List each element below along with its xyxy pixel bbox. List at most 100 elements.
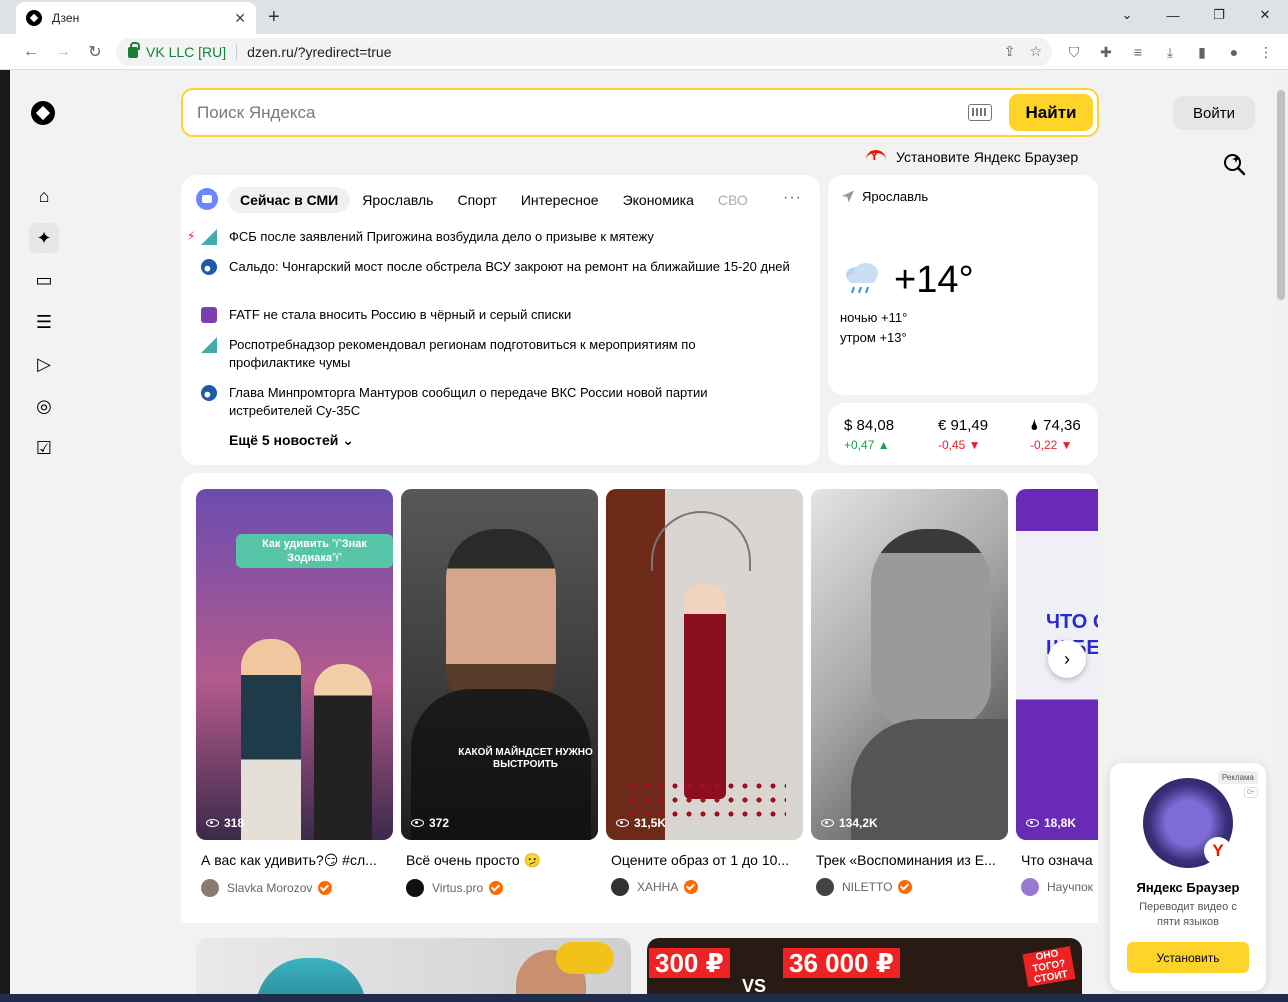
news-item[interactable]: Роспотребнадзор рекомендовал регионам по…: [201, 336, 741, 372]
weather-morning: утром +13°: [840, 330, 907, 345]
channels-icon[interactable]: ◎: [29, 391, 59, 421]
person-head-shape: [871, 529, 991, 729]
weather-temperature: +14°: [894, 259, 974, 301]
reload-icon[interactable]: ↻: [84, 41, 106, 63]
short-author[interactable]: Slavka Morozov: [196, 879, 393, 897]
short-thumbnail[interactable]: 31,5K: [606, 489, 803, 840]
avatar: [611, 878, 629, 896]
petals-shape: [626, 779, 786, 819]
price-label: 300 ₽: [649, 948, 730, 978]
short-title[interactable]: Трек «Воспоминания из Е...: [811, 852, 1008, 868]
currency-eur: € 91,49 -0,45 ▼: [938, 417, 988, 452]
tab-sport[interactable]: Спорт: [445, 187, 508, 213]
download-icon[interactable]: ⤓: [1160, 42, 1180, 62]
share-icon[interactable]: ⇪: [1004, 43, 1016, 60]
menu-kebab-icon[interactable]: ⋮: [1256, 42, 1276, 62]
news-tabs: Сейчас в СМИ Ярославль Спорт Интересное …: [228, 187, 760, 213]
dzen-logo-icon[interactable]: [31, 101, 55, 125]
short-title[interactable]: Что означа: [1016, 852, 1098, 868]
tab-yaroslavl[interactable]: Ярославль: [350, 187, 445, 213]
divider: [236, 44, 238, 60]
close-window-icon[interactable]: ✕: [1242, 0, 1288, 30]
views-value: 31,5K: [634, 816, 667, 830]
ad-card[interactable]: Реклама 0+ Y Яндекс Браузер Переводит ви…: [1110, 763, 1266, 991]
article-card[interactable]: [196, 938, 631, 998]
more-news-button[interactable]: Ещё 5 новостей ⌄: [229, 432, 354, 449]
short-thumbnail[interactable]: 134,2K: [811, 489, 1008, 840]
search-button[interactable]: Найти: [1009, 94, 1093, 131]
news-more-icon[interactable]: ···: [783, 189, 802, 207]
tab-economy[interactable]: Экономика: [611, 187, 706, 213]
short-title[interactable]: А вас как удивить?😏 #сл...: [196, 852, 393, 869]
checklist-icon[interactable]: ☑: [29, 433, 59, 463]
umbrella-shape: [651, 511, 751, 571]
news-item[interactable]: Сальдо: Чонгарский мост после обстрела В…: [201, 258, 801, 276]
verified-icon: [489, 881, 504, 895]
source-icon: [201, 307, 217, 323]
news-item[interactable]: Глава Минпромторга Мантуров сообщил о пе…: [201, 384, 761, 420]
bookmark-star-icon[interactable]: ☆: [1029, 43, 1042, 60]
tab-search-icon[interactable]: ⌄: [1104, 0, 1150, 30]
back-arrow-icon[interactable]: ←: [20, 41, 42, 63]
author-name: ХАННА: [637, 880, 679, 894]
install-browser-link[interactable]: Установите Яндекс Браузер: [866, 148, 1078, 166]
short-card[interactable]: ЧТО О Щ БЕ 18,8K Что означа Научпок: [1016, 489, 1098, 896]
play-circle-icon[interactable]: ▷: [29, 349, 59, 379]
articles-icon[interactable]: ☰: [29, 307, 59, 337]
restore-icon[interactable]: ❐: [1196, 0, 1242, 30]
short-title[interactable]: Оцените образ от 1 до 10...: [606, 852, 803, 868]
page-scrollbar[interactable]: [1274, 70, 1288, 994]
browser-tab[interactable]: Дзен ✕: [16, 2, 256, 34]
short-title[interactable]: Всё очень просто 🫤: [401, 852, 598, 869]
news-item[interactable]: ФСБ после заявлений Пригожина возбудила …: [201, 228, 801, 246]
short-thumbnail[interactable]: КАКОЙ МАЙНДСЕТ НУЖНО ВЫСТРОИТЬ 372: [401, 489, 598, 840]
currency-card[interactable]: $ 84,08 +0,47 ▲ € 91,49 -0,45 ▼ 🌢 74,36 …: [828, 403, 1098, 465]
tab-now-in-media[interactable]: Сейчас в СМИ: [228, 187, 351, 213]
search-input[interactable]: [197, 100, 897, 126]
new-tab-button[interactable]: +: [268, 6, 280, 29]
scrollbar-thumb[interactable]: [1277, 90, 1285, 300]
short-author[interactable]: NILETTO: [811, 878, 1008, 896]
minimize-icon[interactable]: —: [1150, 0, 1196, 30]
forward-arrow-icon[interactable]: →: [52, 41, 74, 63]
short-author[interactable]: ХАННА: [606, 878, 803, 896]
side-panel-icon[interactable]: ▮: [1192, 42, 1212, 62]
ad-title: Яндекс Браузер: [1136, 880, 1240, 895]
extensions-puzzle-icon[interactable]: ✚: [1096, 42, 1116, 62]
keyboard-icon[interactable]: [968, 104, 992, 121]
avatar: [201, 879, 219, 897]
article-card[interactable]: 300 ₽ VS 36 000 ₽ ОНО ТОГО? СТОИТ: [647, 938, 1082, 998]
short-thumbnail[interactable]: Как удивить ♈Знак Зодиака♈ 318: [196, 489, 393, 840]
short-author[interactable]: Научпок: [1016, 878, 1098, 896]
shorts-next-button[interactable]: ›: [1048, 640, 1086, 678]
ad-install-button[interactable]: Установить: [1127, 942, 1249, 973]
short-card[interactable]: КАКОЙ МАЙНДСЕТ НУЖНО ВЫСТРОИТЬ 372 Всё о…: [401, 489, 598, 897]
short-card[interactable]: 31,5K Оцените образ от 1 до 10... ХАННА: [606, 489, 803, 896]
verified-icon: [684, 880, 699, 894]
eye-icon: [616, 819, 629, 827]
short-card[interactable]: 134,2K Трек «Воспоминания из Е... NILETT…: [811, 489, 1008, 896]
short-author[interactable]: Virtus.pro: [401, 879, 598, 897]
video-icon[interactable]: ▭: [29, 265, 59, 295]
tab-svo[interactable]: СВО: [706, 187, 760, 213]
address-bar[interactable]: VK LLC [RU] dzen.ru/?yredirect=true ⇪ ☆: [116, 38, 1052, 66]
shield-extension-icon[interactable]: ⛉: [1064, 42, 1084, 62]
tab-interesting[interactable]: Интересное: [509, 187, 611, 213]
news-item[interactable]: FATF не стала вносить Россию в чёрный и …: [201, 306, 801, 324]
home-icon[interactable]: ⌂: [29, 181, 59, 211]
weather-card[interactable]: Ярославль +14° ночью +11° утром +13°: [828, 175, 1098, 395]
login-button[interactable]: Войти: [1173, 96, 1255, 130]
short-card[interactable]: Как удивить ♈Знак Зодиака♈ 318 А вас как…: [196, 489, 393, 897]
sparkle-icon[interactable]: ✦: [29, 223, 59, 253]
age-rating: 0+: [1244, 787, 1258, 798]
ai-search-icon[interactable]: [1222, 152, 1246, 176]
dzen-favicon-icon: [26, 10, 42, 26]
media-queue-icon[interactable]: ≡: [1128, 42, 1148, 62]
weather-location-label: Ярославль: [862, 189, 929, 204]
short-overlay-text: КАКОЙ МАЙНДСЕТ НУЖНО ВЫСТРОИТЬ: [458, 747, 593, 770]
price-label: 36 000 ₽: [783, 948, 900, 978]
tab-close-icon[interactable]: ✕: [234, 10, 246, 27]
profile-avatar-icon[interactable]: ●: [1224, 42, 1244, 62]
breaking-bolt-icon: ⚡: [187, 229, 196, 243]
browser-toolbar: ← → ↻ VK LLC [RU] dzen.ru/?yredirect=tru…: [0, 34, 1288, 70]
